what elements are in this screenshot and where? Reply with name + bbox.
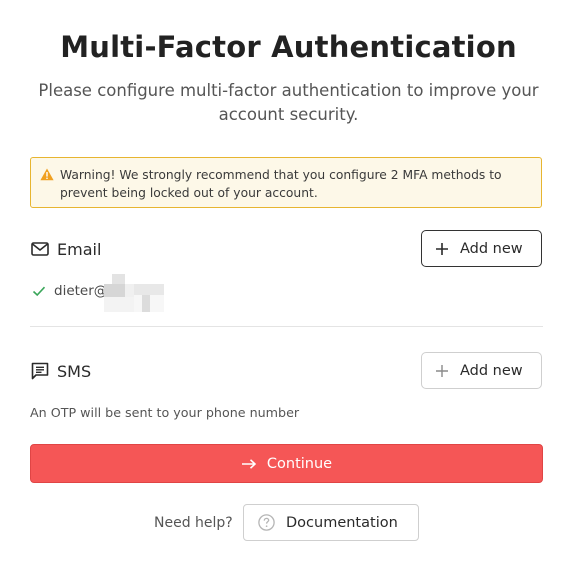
- documentation-button[interactable]: Documentation: [243, 504, 419, 541]
- message-icon: [30, 361, 50, 381]
- warning-text: Warning! We strongly recommend that you …: [60, 168, 502, 200]
- sms-section-label: SMS: [57, 361, 92, 381]
- check-icon: [32, 286, 46, 297]
- continue-button[interactable]: Continue: [30, 444, 543, 483]
- sms-section-header: SMS: [30, 361, 91, 381]
- email-section-header: Email: [30, 239, 101, 259]
- configured-email: dieter@: [31, 283, 107, 299]
- sms-note: An OTP will be sent to your phone number: [30, 405, 300, 420]
- email-section-label: Email: [57, 239, 102, 259]
- email-address: dieter@: [54, 283, 108, 299]
- add-email-button[interactable]: Add new: [421, 230, 542, 267]
- add-email-label: Add new: [460, 240, 523, 257]
- arrow-right-icon: [241, 458, 257, 469]
- help-text: Need help?: [154, 515, 233, 531]
- continue-label: Continue: [266, 455, 333, 472]
- page-subtitle: Please configure multi-factor authentica…: [38, 81, 539, 124]
- warning-triangle-icon: [40, 168, 54, 181]
- plus-icon: [436, 364, 448, 377]
- section-divider: [30, 326, 543, 327]
- add-sms-label: Add new: [460, 362, 523, 379]
- mfa-page: Multi-Factor Authentication Please confi…: [0, 0, 577, 578]
- documentation-label: Documentation: [286, 514, 398, 531]
- question-circle-icon: [258, 514, 275, 531]
- redacted-email-domain: [104, 274, 164, 312]
- add-sms-button[interactable]: Add new: [421, 352, 542, 389]
- warning-banner: Warning! We strongly recommend that you …: [30, 157, 542, 208]
- plus-icon: [436, 242, 448, 255]
- envelope-icon: [30, 239, 50, 259]
- page-title: Multi-Factor Authentication: [60, 30, 517, 64]
